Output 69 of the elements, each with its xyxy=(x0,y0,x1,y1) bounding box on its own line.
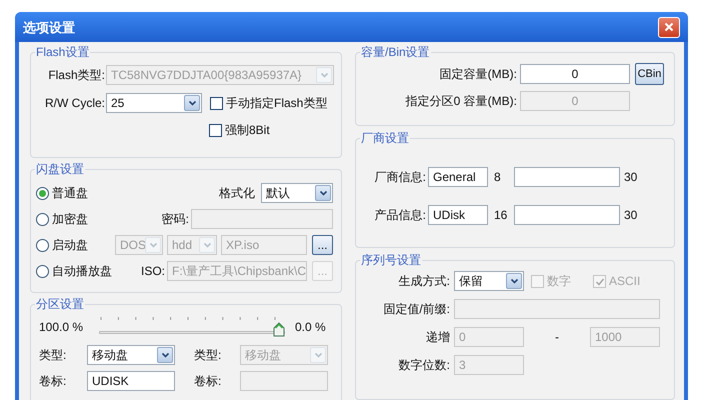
checkbox-label: 强制8Bit xyxy=(225,122,270,139)
chevron-down-icon xyxy=(314,352,322,358)
radio-label: 普通盘 xyxy=(52,185,88,202)
group-title: 序列号设置 xyxy=(360,252,422,268)
text-field[interactable]: UDISK xyxy=(87,371,175,391)
radio-label: 自动播放盘 xyxy=(52,263,112,280)
dropdown[interactable]: 默认 xyxy=(261,183,333,203)
checkbox[interactable] xyxy=(210,96,223,110)
checkbox[interactable] xyxy=(209,124,222,136)
length-count: 16 xyxy=(493,207,508,224)
field-label: 数字位数: xyxy=(398,357,450,374)
checkbox-label: 数字 xyxy=(547,273,571,290)
field-label: Flash类型: xyxy=(47,67,105,84)
length-count: 8 xyxy=(493,169,502,186)
field-label: 固定值/前缀: xyxy=(382,301,450,318)
field-label: 类型: xyxy=(39,347,68,364)
checkbox-label: 手动指定Flash类型 xyxy=(226,95,328,112)
group-title: 容量/Bin设置 xyxy=(360,44,431,60)
chevron-down-icon xyxy=(188,100,196,106)
field-label: 厂商信息: xyxy=(374,169,426,186)
field-label: 产品信息: xyxy=(374,207,426,224)
percent-label: 0.0 % xyxy=(295,319,326,336)
chevron-down-icon xyxy=(148,242,158,248)
text-field[interactable] xyxy=(514,205,620,225)
group-title: 分区设置 xyxy=(35,296,85,312)
field-label: R/W Cycle: xyxy=(44,95,105,112)
browse-button: ... xyxy=(312,261,333,281)
field-label: 卷标: xyxy=(39,373,68,390)
percent-label: 100.0 % xyxy=(39,319,84,336)
chevron-down-icon xyxy=(318,190,328,196)
radio-label: 启动盘 xyxy=(52,237,88,254)
chevron-down-icon xyxy=(202,242,212,248)
field-label: 密码: xyxy=(162,211,189,228)
group-title: 厂商设置 xyxy=(360,130,410,146)
group-title: 闪盘设置 xyxy=(35,161,85,177)
dropdown[interactable]: 保留 xyxy=(454,271,524,291)
chevron-down-icon xyxy=(320,72,328,78)
field-label: 格式化 xyxy=(219,185,255,202)
text-field[interactable]: 0 xyxy=(520,64,630,84)
window-title: 选项设置 xyxy=(23,20,75,34)
close-button[interactable] xyxy=(658,16,680,38)
radio-button[interactable] xyxy=(36,264,49,278)
dropdown[interactable]: 25 xyxy=(106,93,202,113)
dropdown[interactable]: 移动盘 xyxy=(87,345,175,365)
text-field[interactable] xyxy=(514,167,620,187)
radio-button[interactable] xyxy=(36,186,49,200)
browse-button[interactable]: ... xyxy=(312,235,333,255)
field-label: 类型: xyxy=(194,347,222,364)
field-label: 生成方式: xyxy=(398,273,450,290)
text-field[interactable]: General xyxy=(428,167,488,187)
max-length: 30 xyxy=(623,207,638,224)
field-label: 指定分区0 容量(MB): xyxy=(404,93,517,110)
group-title: Flash设置 xyxy=(35,44,90,60)
checkbox-label: ASCII xyxy=(609,273,640,290)
close-icon xyxy=(664,22,674,32)
radio-label: 加密盘 xyxy=(52,211,88,228)
slider[interactable] xyxy=(99,316,285,338)
chevron-down-icon xyxy=(510,278,518,284)
field-label: 递增 xyxy=(425,329,450,346)
text-field[interactable]: UDisk xyxy=(428,205,488,225)
radio-button[interactable] xyxy=(36,238,49,252)
chevron-down-icon xyxy=(160,352,170,358)
max-length: 30 xyxy=(623,169,638,186)
dash-separator: - xyxy=(554,329,560,346)
cbin-button[interactable]: CBin xyxy=(635,63,664,85)
field-label: 卷标: xyxy=(194,373,222,390)
field-label: ISO: xyxy=(140,263,165,280)
radio-button[interactable] xyxy=(36,212,49,226)
field-label: 固定容量(MB): xyxy=(438,66,517,83)
